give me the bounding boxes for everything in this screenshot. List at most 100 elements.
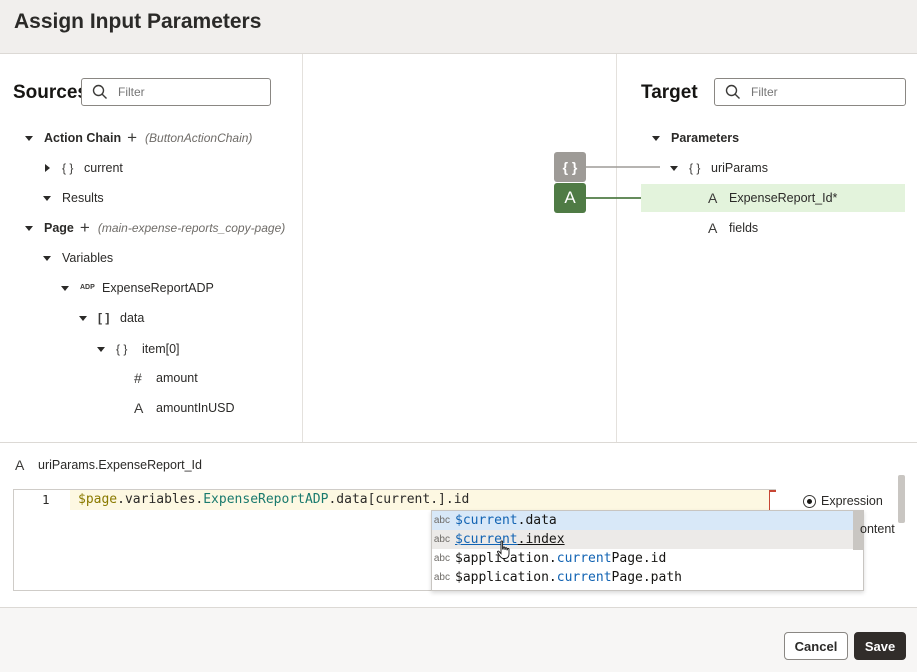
expand-data-toggle[interactable]: [78, 308, 88, 328]
text-type-icon: abc: [432, 553, 455, 564]
object-node-icon: { }: [563, 159, 578, 175]
tree-node-amount-in-usd[interactable]: A amountInUSD: [134, 398, 235, 418]
suggestion-rest: .index: [518, 532, 565, 547]
text-type-icon: abc: [432, 572, 455, 583]
array-icon: [ ]: [98, 308, 120, 328]
search-icon: [92, 84, 108, 100]
amount-in-usd-label: amountInUSD: [156, 398, 235, 418]
suggestion-match: $current: [455, 513, 518, 528]
chevron-down-icon: [25, 226, 33, 231]
mapping-node-object[interactable]: { }: [554, 152, 586, 182]
tree-node-fields[interactable]: A fields: [708, 218, 758, 238]
expression-mode-radio[interactable]: [803, 495, 816, 508]
expression-panel-scrollbar[interactable]: [898, 475, 905, 523]
chevron-right-icon: [45, 164, 50, 172]
expense-report-id-label: ExpenseReport_Id*: [729, 188, 837, 208]
object-icon: { }: [689, 158, 711, 178]
suggestion-rest: .data: [518, 513, 557, 528]
object-icon: { }: [116, 339, 142, 359]
tree-node-expense-report-adp[interactable]: ADP ExpenseReportADP: [80, 278, 214, 298]
expand-current-toggle[interactable]: [42, 158, 52, 178]
expand-variables-toggle[interactable]: [42, 248, 52, 268]
string-icon: A: [708, 188, 729, 208]
expand-expense-report-adp-toggle[interactable]: [60, 278, 70, 298]
expand-action-chain-toggle[interactable]: [24, 128, 34, 148]
action-chain-hint: (ButtonActionChain): [145, 128, 252, 148]
chevron-down-icon: [97, 347, 105, 352]
chevron-down-icon: [670, 166, 678, 171]
panel-divider-right: [616, 54, 617, 442]
expand-page-toggle[interactable]: [24, 218, 34, 238]
suggestion-prefix: $application.: [455, 570, 557, 585]
amount-label: amount: [156, 368, 198, 388]
dialog-header: Assign Input Parameters: [0, 0, 917, 54]
string-icon: A: [134, 398, 156, 418]
tree-node-parameters[interactable]: Parameters: [671, 128, 739, 148]
results-label: Results: [62, 188, 104, 208]
save-button[interactable]: Save: [854, 632, 906, 660]
target-filter-input[interactable]: [751, 83, 891, 101]
chevron-down-icon: [43, 256, 51, 261]
item0-label: item[0]: [142, 339, 180, 359]
cancel-button[interactable]: Cancel: [784, 632, 848, 660]
string-icon: A: [708, 218, 729, 238]
target-title: Target: [641, 82, 698, 104]
expression-path-label: uriParams.ExpenseReport_Id: [38, 455, 202, 475]
sources-filter-input[interactable]: [118, 83, 258, 101]
string-node-icon: A: [564, 188, 575, 208]
text-type-icon: abc: [432, 515, 455, 526]
dialog-footer: [0, 607, 917, 672]
tree-node-variables[interactable]: Variables: [62, 248, 113, 268]
expand-parameters-toggle[interactable]: [651, 128, 661, 148]
adp-icon: ADP: [80, 278, 102, 298]
target-filter[interactable]: [714, 78, 906, 106]
tree-node-action-chain[interactable]: Action Chain + (ButtonActionChain): [44, 128, 252, 148]
tree-node-data[interactable]: [ ] data: [98, 308, 144, 328]
add-action-chain-icon[interactable]: +: [127, 129, 137, 147]
content-mode-label: ontent: [860, 519, 895, 539]
tree-node-page[interactable]: Page + (main-expense-reports_copy-page): [44, 218, 285, 238]
suggestion-item[interactable]: abc $application.currentPage.path: [432, 568, 853, 587]
tree-node-amount[interactable]: # amount: [134, 368, 198, 388]
page-label: Page: [44, 218, 74, 238]
fields-label: fields: [729, 218, 758, 238]
sources-filter[interactable]: [81, 78, 271, 106]
expand-item0-toggle[interactable]: [96, 339, 106, 359]
page-hint: (main-expense-reports_copy-page): [98, 218, 285, 238]
suggestion-rest: Page.id: [612, 551, 667, 566]
tree-node-expense-report-id[interactable]: A ExpenseReport_Id*: [708, 188, 837, 208]
suggestion-match: current: [557, 570, 612, 585]
tree-node-item0[interactable]: { } item[0]: [116, 339, 180, 359]
expense-report-adp-label: ExpenseReportADP: [102, 278, 214, 298]
code-token-variables: .variables.: [117, 492, 203, 507]
expression-mode-label: Expression: [821, 491, 883, 511]
line-number: 1: [42, 492, 50, 507]
dialog-title: Assign Input Parameters: [14, 10, 261, 34]
editor-error-marker: [769, 490, 776, 510]
tree-node-results[interactable]: Results: [62, 188, 104, 208]
suggestion-match: current: [557, 551, 612, 566]
chevron-down-icon: [25, 136, 33, 141]
data-label: data: [120, 308, 144, 328]
tree-node-current[interactable]: { } current: [62, 158, 123, 178]
mapping-node-string[interactable]: A: [554, 183, 586, 213]
parameters-label: Parameters: [671, 128, 739, 148]
code-token-page: $page: [78, 492, 117, 507]
string-icon: A: [15, 455, 38, 475]
sources-title: Sources: [13, 82, 88, 104]
expression-code[interactable]: $page.variables.ExpenseReportADP.data[cu…: [78, 492, 469, 507]
tree-node-uri-params[interactable]: { } uriParams: [689, 158, 768, 178]
chevron-down-icon: [61, 286, 69, 291]
chevron-down-icon: [79, 316, 87, 321]
variables-label: Variables: [62, 248, 113, 268]
suggestion-item[interactable]: abc $current.data: [432, 511, 853, 530]
code-token-rest: .data[current.].id: [328, 492, 469, 507]
expand-results-toggle[interactable]: [42, 188, 52, 208]
object-icon: { }: [62, 158, 84, 178]
expand-uri-params-toggle[interactable]: [669, 158, 679, 178]
current-label: current: [84, 158, 123, 178]
hand-cursor-icon: [496, 540, 512, 560]
add-page-icon[interactable]: +: [80, 219, 90, 237]
number-icon: #: [134, 368, 156, 388]
text-type-icon: abc: [432, 534, 455, 545]
